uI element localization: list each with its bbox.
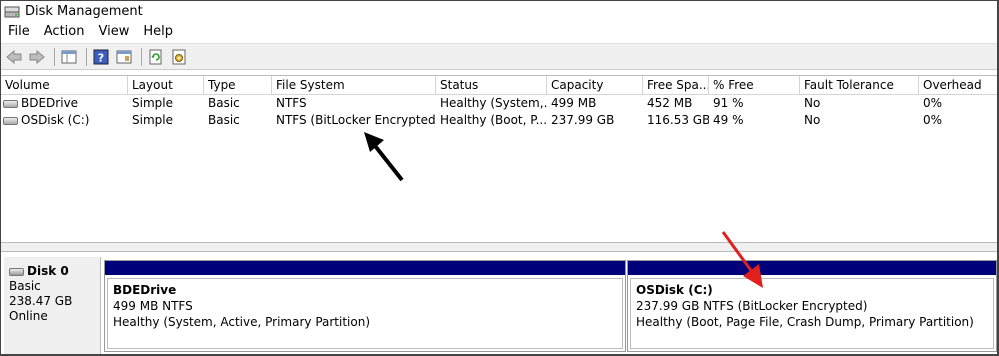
column-header-file-system[interactable]: File System	[272, 76, 436, 95]
disk-size: 238.47 GB	[9, 294, 73, 308]
status-cell: Healthy (Boot, P...	[440, 113, 547, 127]
refresh-icon[interactable]	[146, 47, 166, 67]
partition-bar	[105, 261, 625, 275]
menu-help[interactable]: Help	[136, 22, 180, 42]
partition-status: Healthy (System, Active, Primary Partiti…	[113, 315, 371, 329]
forward-arrow-icon[interactable]	[27, 47, 47, 67]
capacity-cell: 237.99 GB	[551, 113, 615, 127]
partition-status: Healthy (Boot, Page File, Crash Dump, Pr…	[636, 315, 974, 329]
menu-file[interactable]: File	[1, 22, 37, 42]
menu-action[interactable]: Action	[37, 22, 92, 42]
percent-free-cell: 49 %	[713, 113, 744, 127]
overhead-cell: 0%	[923, 96, 943, 110]
back-arrow-icon[interactable]	[4, 47, 24, 67]
column-header-percent-free[interactable]: % Free	[709, 76, 800, 95]
volume-cell: BDEDrive	[1, 95, 128, 112]
volume-list: Volume Layout Type File System Status Ca…	[1, 75, 997, 242]
properties-icon[interactable]	[114, 47, 134, 67]
title-bar: Disk Management	[1, 1, 997, 22]
partition-size-fs: 499 MB NTFS	[113, 299, 193, 313]
volume-list-header: Volume Layout Type File System Status Ca…	[1, 76, 997, 95]
column-header-type[interactable]: Type	[204, 76, 272, 95]
partition-size-fs: 237.99 GB NTFS (BitLocker Encrypted)	[636, 299, 868, 313]
free-space-cell: 452 MB	[647, 96, 693, 110]
table-row[interactable]: BDEDrive Simple Basic NTFS Healthy (Syst…	[1, 95, 997, 112]
partition-osdisk[interactable]: OSDisk (C:) 237.99 GB NTFS (BitLocker En…	[627, 260, 997, 352]
volume-name: BDEDrive	[21, 96, 79, 110]
pane-splitter[interactable]	[1, 242, 997, 252]
file-system-cell: NTFS	[276, 96, 307, 110]
column-header-overhead[interactable]: Overhead	[919, 76, 997, 95]
settings-icon[interactable]	[169, 47, 189, 67]
fault-tolerance-cell: No	[804, 96, 821, 110]
column-header-status[interactable]: Status	[436, 76, 547, 95]
percent-free-cell: 91 %	[713, 96, 744, 110]
partition-name: BDEDrive	[113, 283, 177, 297]
partition-name: OSDisk (C:)	[636, 283, 713, 297]
toolbar: ?	[1, 43, 997, 70]
toolbar-separator	[141, 47, 142, 66]
partition-bar	[628, 261, 996, 275]
layout-cell: Simple	[132, 96, 173, 110]
drive-icon	[3, 99, 18, 108]
free-space-cell: 116.53 GB	[647, 113, 709, 127]
column-header-layout[interactable]: Layout	[128, 76, 204, 95]
type-cell: Basic	[208, 113, 240, 127]
table-row[interactable]: OSDisk (C:) Simple Basic NTFS (BitLocker…	[1, 112, 997, 129]
status-cell: Healthy (System,...	[440, 96, 547, 110]
disk-name: Disk 0	[27, 264, 69, 278]
toolbar-separator	[86, 47, 87, 66]
menu-bar: File Action View Help	[1, 22, 997, 42]
help-icon[interactable]: ?	[91, 47, 111, 67]
disk-state: Online	[9, 309, 48, 323]
disk-info-panel[interactable]: Disk 0 Basic 238.47 GB Online	[4, 257, 101, 354]
partition-bdedrive[interactable]: BDEDrive 499 MB NTFS Healthy (System, Ac…	[104, 260, 626, 352]
disk-type: Basic	[9, 279, 41, 293]
drive-icon	[3, 116, 18, 125]
partition-details: OSDisk (C:) 237.99 GB NTFS (BitLocker En…	[630, 278, 994, 349]
overhead-cell: 0%	[923, 113, 943, 127]
menu-view[interactable]: View	[91, 22, 136, 42]
column-header-capacity[interactable]: Capacity	[547, 76, 643, 95]
layout-cell: Simple	[132, 113, 173, 127]
type-cell: Basic	[208, 96, 240, 110]
disk-graphical-view: Disk 0 Basic 238.47 GB Online BDEDrive 4…	[1, 252, 997, 354]
toolbar-separator	[54, 47, 55, 66]
svg-text:?: ?	[98, 51, 104, 64]
disk-management-app-icon	[4, 5, 20, 19]
disk-icon	[9, 267, 24, 276]
column-header-free-space[interactable]: Free Spa...	[643, 76, 709, 95]
partition-details: BDEDrive 499 MB NTFS Healthy (System, Ac…	[107, 278, 623, 349]
capacity-cell: 499 MB	[551, 96, 597, 110]
disk-name-row: Disk 0	[9, 264, 100, 279]
window-title: Disk Management	[25, 4, 143, 19]
console-tree-icon[interactable]	[59, 47, 79, 67]
file-system-cell: NTFS (BitLocker Encrypted)	[276, 113, 436, 127]
column-header-fault-tolerance[interactable]: Fault Tolerance	[800, 76, 919, 95]
column-header-volume[interactable]: Volume	[1, 76, 128, 95]
fault-tolerance-cell: No	[804, 113, 821, 127]
volume-name: OSDisk (C:)	[21, 113, 90, 127]
volume-cell: OSDisk (C:)	[1, 112, 128, 129]
